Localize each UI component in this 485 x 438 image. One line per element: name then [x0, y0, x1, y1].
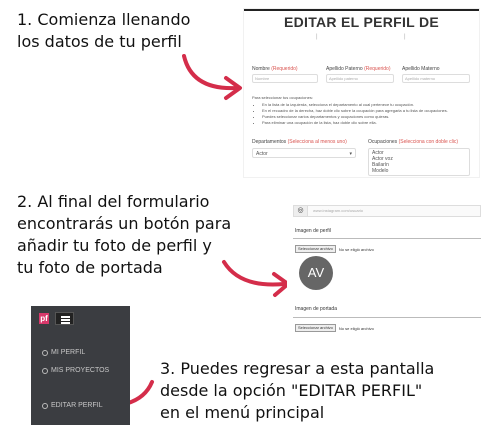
divider [293, 238, 481, 239]
profile-form-screenshot: EDITAR EL PERFIL DE | | Nombre (Requerid… [243, 8, 480, 178]
step-2-line-4: tu foto de portada [17, 258, 163, 277]
arrow-2-icon [222, 260, 290, 297]
divider [293, 317, 481, 318]
step-2-text: 2. Al final del formulario encontrarás u… [17, 191, 231, 279]
photo-upload-screenshot: ◎ www.instagram.com/usuario Imagen de pe… [287, 200, 485, 337]
apellido-paterno-label: Apellido Paterno (Requerido) [326, 66, 391, 72]
step-3-line-1: 3. Puedes regresar a esta pantalla [160, 359, 435, 378]
apellido-materno-label: Apellido Materno [402, 66, 440, 72]
chevron-down-icon: ▾ [349, 151, 352, 157]
tab-marker-1: | [316, 34, 318, 40]
step-2-line-2: encontrarás un botón para [17, 214, 232, 233]
search-icon [42, 367, 48, 374]
apellido-materno-input[interactable]: Apellido materno [402, 74, 470, 83]
help-title: Para seleccionar tus ocupaciones: [252, 95, 313, 100]
nombre-label: Nombre (Requerido) [252, 66, 298, 72]
profile-image-label: Imagen de perfil [295, 228, 331, 234]
departments-label: Departamentos (Selecciona al menos uno) [252, 139, 347, 145]
step-1-text: 1. Comienza llenando los datos de tu per… [17, 9, 190, 53]
occupations-help: Para seleccionar tus ocupaciones: En la … [252, 95, 472, 126]
menu-item-editar-perfil[interactable]: EDITAR PERFIL [42, 402, 103, 409]
menu-item-mis-proyectos[interactable]: MIS PROYECTOS [42, 367, 109, 374]
cover-file-row: Seleccionar archivo No se eligió archivo [295, 324, 374, 332]
app-logo[interactable]: pf [39, 313, 49, 324]
profile-file-button[interactable]: Seleccionar archivo [295, 245, 336, 253]
step-2-line-1: 2. Al final del formulario [17, 192, 210, 211]
form-title: EDITAR EL PERFIL DE [283, 14, 440, 30]
profile-file-status: No se eligió archivo [338, 246, 374, 252]
step-3-line-3: en el menú principal [160, 403, 325, 422]
occupations-label: Ocupaciones (Selecciona con doble clic) [368, 139, 459, 145]
tab-marker-2: | [404, 34, 406, 40]
cover-file-button[interactable]: Seleccionar archivo [295, 324, 336, 332]
menu-item-mi-perfil[interactable]: MI PERFIL [42, 349, 85, 356]
nombre-input[interactable]: Nombre [252, 74, 318, 83]
search-icon [42, 349, 48, 356]
menu-item-label: MIS PROYECTOS [51, 367, 110, 374]
arrow-1-icon [182, 54, 242, 100]
instagram-icon: ◎ [294, 206, 308, 216]
step-3-text: 3. Puedes regresar a esta pantalla desde… [160, 358, 434, 424]
step-1-line-2: los datos de tu perfil [17, 32, 182, 51]
step-3-line-2: desde la opción "EDITAR PERFIL" [160, 381, 423, 400]
search-icon [42, 402, 48, 409]
cover-image-label: Imagen de portada [295, 306, 337, 312]
avatar: AV [299, 256, 333, 290]
hamburger-menu-icon[interactable] [55, 312, 74, 325]
instagram-placeholder: www.instagram.com/usuario [313, 208, 364, 213]
cover-file-status: No se eligió archivo [338, 325, 374, 331]
occupation-option[interactable]: Modelo [372, 168, 466, 174]
departments-select[interactable]: Actor ▾ [252, 148, 356, 158]
step-2-line-3: añadir tu foto de perfil y [17, 236, 212, 255]
profile-file-row: Seleccionar archivo No se eligió archivo [295, 245, 374, 253]
help-item: Para eliminar una ocupación de la lista,… [262, 120, 472, 126]
step-1-line-1: 1. Comienza llenando [17, 10, 191, 29]
menu-item-label: MI PERFIL [51, 349, 86, 356]
occupations-listbox[interactable]: Actor Actor voz Bailarín Modelo [368, 148, 470, 176]
sidebar-menu-screenshot: pf MI PERFIL MIS PROYECTOS EDITAR PERFIL [31, 306, 130, 425]
apellido-paterno-input[interactable]: Apellido paterno [326, 74, 394, 83]
header-line [244, 9, 479, 11]
instagram-field[interactable]: ◎ www.instagram.com/usuario [293, 205, 481, 217]
menu-item-label: EDITAR PERFIL [51, 402, 103, 409]
